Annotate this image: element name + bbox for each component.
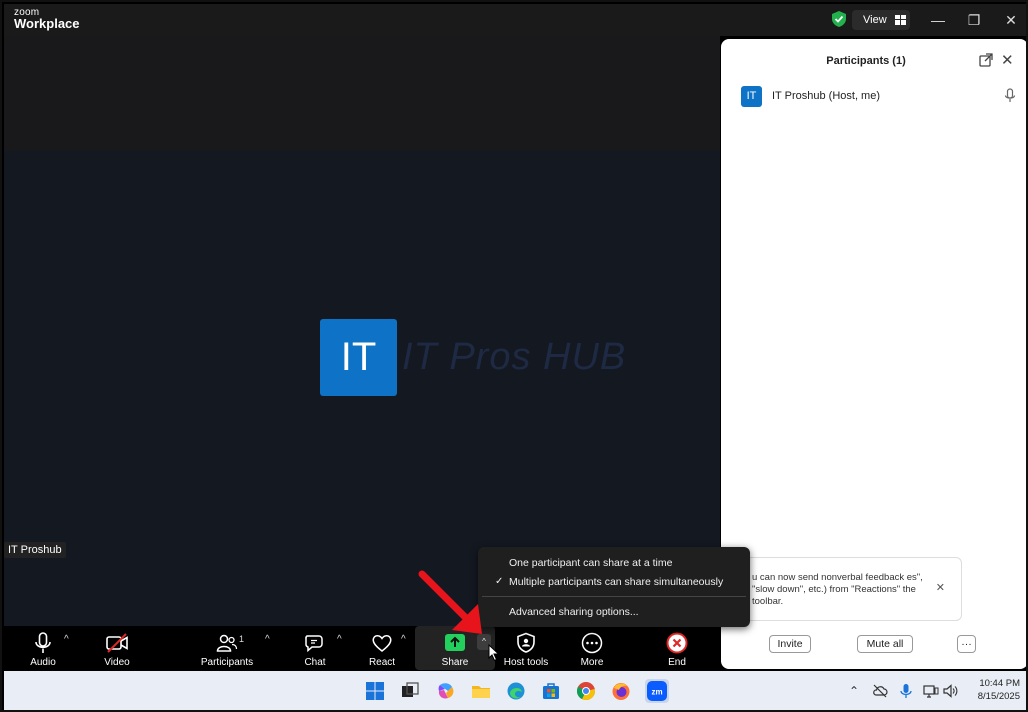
- windows-start-icon[interactable]: [365, 681, 385, 701]
- menu-item-advanced-sharing[interactable]: Advanced sharing options...: [478, 602, 750, 622]
- participants-count: 1: [239, 634, 245, 644]
- show-hidden-icons-chevron-icon[interactable]: ⌃: [846, 683, 862, 699]
- volume-icon[interactable]: [942, 683, 958, 699]
- audio-button[interactable]: Audio: [26, 626, 60, 670]
- chat-label: Chat: [304, 657, 326, 668]
- chrome-icon[interactable]: [576, 681, 596, 701]
- video-button[interactable]: Video: [100, 626, 134, 670]
- copilot-icon[interactable]: [436, 681, 456, 701]
- video-off-icon: [106, 633, 128, 653]
- zoom-app-icon: zm: [647, 681, 667, 701]
- react-button[interactable]: React: [367, 626, 397, 670]
- menu-divider: [482, 596, 746, 597]
- microphone-icon: [35, 632, 51, 653]
- reactions-tip-text: u can now send nonverbal feedback es", "…: [752, 572, 923, 607]
- title-bar: zoom Workplace View — ❐ ✕: [4, 4, 1026, 36]
- audio-options-chevron-icon[interactable]: ^: [64, 634, 74, 645]
- invite-button[interactable]: Invite: [769, 635, 811, 653]
- brand-title: Workplace: [14, 16, 80, 31]
- task-view-icon[interactable]: [400, 681, 420, 701]
- react-options-chevron-icon[interactable]: ^: [401, 634, 411, 645]
- meeting-toolbar: Audio ^ Video Participants 1 ^ Chat ^ Re…: [4, 626, 716, 670]
- share-label: Share: [441, 657, 469, 668]
- more-icon: [581, 632, 603, 654]
- windows-taskbar: zm ⌃ 10:44 PM 8/15/2025: [4, 671, 1026, 710]
- close-tip-icon[interactable]: ✕: [936, 582, 945, 594]
- pop-out-icon[interactable]: [979, 53, 993, 67]
- checkmark-icon: ✓: [495, 576, 504, 587]
- end-meeting-button[interactable]: End: [661, 626, 693, 670]
- annotation-arrow-icon: [418, 570, 482, 634]
- menu-item-multiple-participants[interactable]: ✓ Multiple participants can share simult…: [478, 572, 750, 592]
- shield-check-icon[interactable]: [830, 10, 848, 28]
- close-window-icon[interactable]: ✕: [1001, 10, 1021, 30]
- clock-time: 10:44 PM: [979, 678, 1020, 689]
- network-icon[interactable]: [923, 683, 939, 699]
- share-options-menu: One participant can share at a time ✓ Mu…: [478, 547, 750, 627]
- microphone-tray-icon[interactable]: [898, 683, 914, 699]
- reactions-tip: u can now send nonverbal feedback es", "…: [745, 557, 962, 621]
- video-name-tag: IT Proshub: [4, 542, 66, 558]
- clock-date: 8/15/2025: [977, 691, 1020, 702]
- host-tools-button[interactable]: Host tools: [500, 626, 552, 670]
- participant-avatar-large: IT: [320, 319, 397, 396]
- grid-icon: [894, 15, 906, 25]
- mute-all-button[interactable]: Mute all: [857, 635, 913, 653]
- cloud-sync-icon[interactable]: [872, 683, 888, 699]
- participant-avatar: IT: [741, 85, 762, 107]
- participant-name: IT Proshub (Host, me): [772, 90, 880, 102]
- end-label: End: [668, 657, 686, 668]
- zoom-window: zoom Workplace View — ❐ ✕ IT IT Pros HUB…: [0, 0, 1028, 712]
- view-label: View: [863, 14, 887, 26]
- participants-label: Participants: [200, 657, 254, 668]
- minimize-icon[interactable]: —: [928, 10, 948, 30]
- watermark: IT Pros HUB: [402, 336, 627, 378]
- chat-options-chevron-icon[interactable]: ^: [337, 634, 347, 645]
- participants-options-chevron-icon[interactable]: ^: [265, 634, 275, 645]
- more-options-button[interactable]: ···: [957, 635, 976, 653]
- participants-panel: Participants (1) ✕ IT IT Proshub (Host, …: [721, 39, 1026, 669]
- svg-text:zm: zm: [651, 688, 662, 697]
- video-stage: IT IT Pros HUB IT Proshub: [4, 36, 720, 626]
- view-button[interactable]: View: [852, 10, 910, 30]
- microphone-icon[interactable]: [1004, 88, 1016, 104]
- heart-icon: [372, 635, 392, 652]
- zoom-taskbar-highlight[interactable]: zm: [645, 679, 669, 703]
- microsoft-store-icon[interactable]: [541, 681, 561, 701]
- file-explorer-icon[interactable]: [471, 681, 491, 701]
- react-label: React: [368, 657, 396, 668]
- shield-icon: [517, 632, 535, 653]
- menu-item-label: Multiple participants can share simultan…: [509, 576, 724, 588]
- edge-browser-icon[interactable]: [506, 681, 526, 701]
- host-tools-label: Host tools: [503, 657, 549, 668]
- panel-title: Participants (1): [826, 55, 906, 67]
- close-panel-icon[interactable]: ✕: [1001, 51, 1014, 69]
- menu-item-label: One participant can share at a time: [509, 557, 673, 569]
- chat-icon: [305, 635, 323, 653]
- menu-item-one-participant[interactable]: One participant can share at a time: [478, 553, 750, 573]
- menu-item-label: Advanced sharing options...: [509, 606, 639, 618]
- video-label: Video: [104, 657, 130, 668]
- system-clock[interactable]: 10:44 PM 8/15/2025: [966, 677, 1020, 703]
- participant-row[interactable]: IT IT Proshub (Host, me): [741, 85, 1016, 107]
- restore-icon[interactable]: ❐: [964, 10, 984, 30]
- participants-icon: [216, 634, 238, 652]
- stage-top-band: [4, 36, 720, 151]
- more-label: More: [580, 657, 604, 668]
- end-call-icon: [666, 632, 688, 654]
- firefox-icon[interactable]: [611, 681, 631, 701]
- participants-button[interactable]: Participants: [200, 626, 254, 670]
- more-button[interactable]: More: [576, 626, 608, 670]
- chat-button[interactable]: Chat: [300, 626, 330, 670]
- mouse-cursor-icon: [488, 644, 500, 662]
- audio-label: Audio: [30, 657, 56, 668]
